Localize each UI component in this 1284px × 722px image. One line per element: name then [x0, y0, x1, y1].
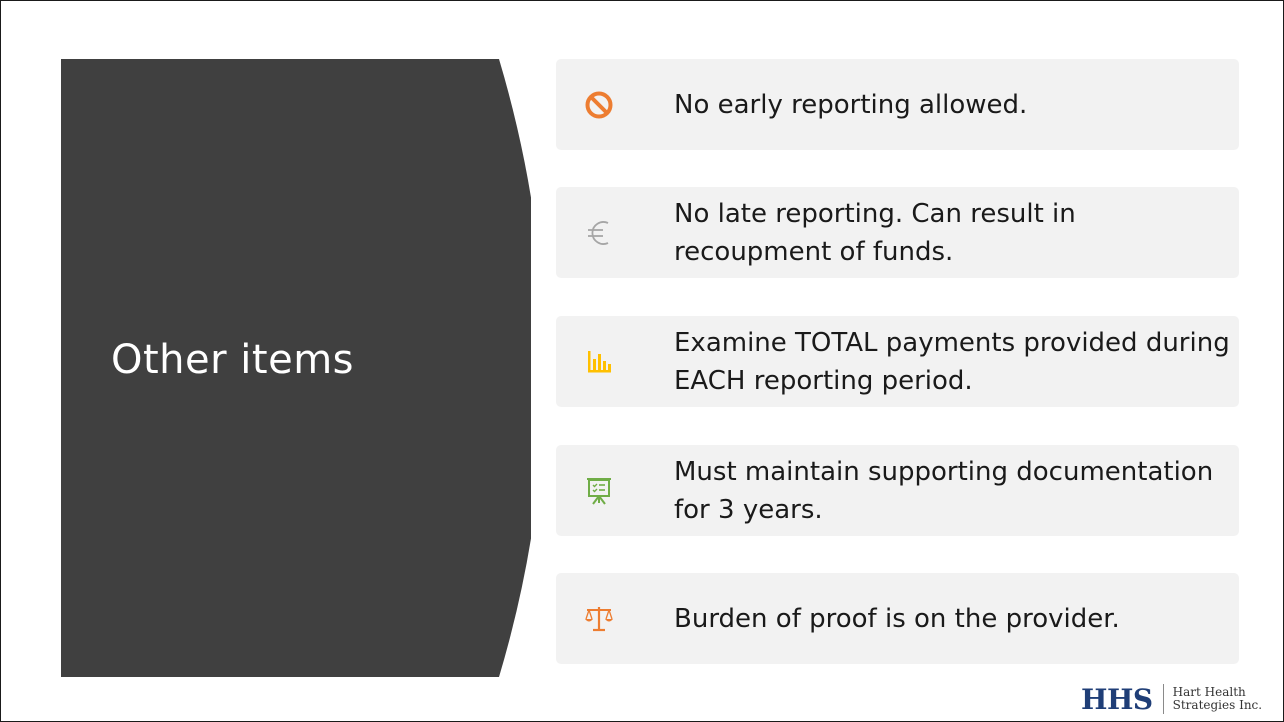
scales-of-justice-icon — [582, 573, 616, 664]
list-item: Must maintain supporting documentation f… — [556, 445, 1239, 536]
logo-company-name: Hart Health Strategies Inc. — [1173, 686, 1262, 712]
list-item: No early reporting allowed. — [556, 59, 1239, 150]
euro-icon — [582, 187, 616, 278]
item-text: No early reporting allowed. — [674, 89, 1028, 120]
item-text: No late reporting. Can result in recoupm… — [674, 198, 1076, 267]
slide-title: Other items — [111, 337, 354, 383]
logo-divider — [1162, 684, 1164, 714]
list-item: Examine TOTAL payments provided during E… — [556, 316, 1239, 407]
logo-company-line-2: Strategies Inc. — [1172, 698, 1263, 712]
item-text: Examine TOTAL payments provided during E… — [674, 327, 1230, 396]
item-text: Burden of proof is on the provider. — [674, 603, 1120, 634]
item-text: Must maintain supporting documentation f… — [674, 456, 1214, 525]
list-item: No late reporting. Can result in recoupm… — [556, 187, 1239, 278]
presentation-board-icon — [582, 445, 616, 536]
slide: Other items No early reporting allowed. … — [0, 0, 1284, 722]
title-panel: Other items — [61, 59, 531, 677]
bar-chart-icon — [582, 316, 616, 407]
company-logo: HHS Hart Health Strategies Inc. — [1081, 677, 1262, 721]
list-item: Burden of proof is on the provider. — [556, 573, 1239, 664]
logo-mark: HHS — [1081, 682, 1153, 716]
no-entry-icon — [582, 59, 616, 150]
